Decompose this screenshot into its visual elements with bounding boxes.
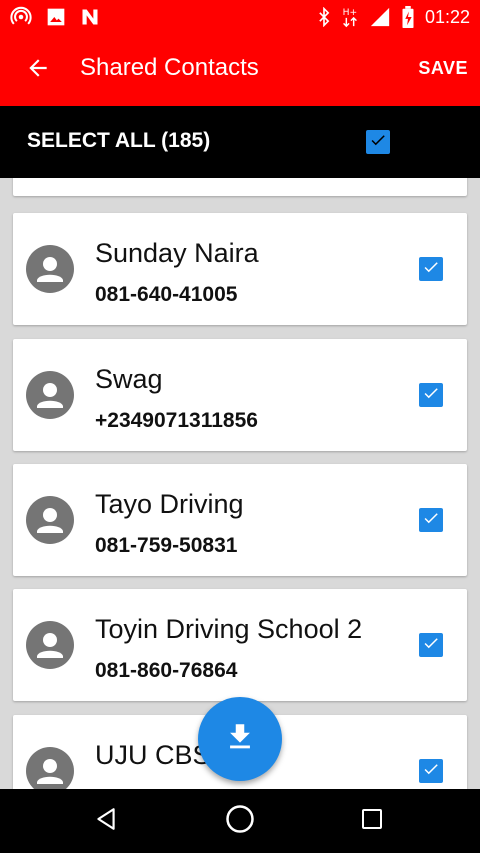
image-icon [46,7,66,27]
page-title: Shared Contacts [80,54,259,81]
contact-phone: +2349071311856 [95,409,258,432]
nav-back-button[interactable] [90,805,122,837]
svg-text:H+: H+ [343,7,358,18]
contact-name: UJU CBS [95,740,211,770]
contact-checkbox[interactable] [419,257,443,281]
status-time: 01:22 [424,6,470,27]
download-icon [223,720,257,758]
contact-phone: 081-860-76864 [95,659,238,682]
recents-square-icon [360,807,384,835]
contact-checkbox[interactable] [419,383,443,407]
check-icon [422,384,440,406]
contact-checkbox[interactable] [419,759,443,783]
back-triangle-icon [93,806,119,836]
back-button[interactable] [20,52,56,88]
hotspot-icon [10,6,32,28]
app-bar: Shared Contacts SAVE [0,34,480,106]
person-avatar-icon [26,371,74,419]
contact-phone: 081-640-41005 [95,283,238,306]
contact-name: Swag [95,364,163,394]
signal-icon [369,6,391,28]
person-avatar-icon [26,621,74,669]
contact-name: Tayo Driving [95,489,244,519]
contact-name: Toyin Driving School 2 [95,614,363,644]
contact-card[interactable]: Sunday Naira 081-640-41005 [13,213,467,325]
check-icon [422,258,440,280]
n-notification-icon [80,7,100,27]
contact-card[interactable]: Tayo Driving 081-759-50831 [13,464,467,576]
person-avatar-icon [26,245,74,293]
check-icon [369,131,387,153]
person-avatar-icon [26,747,74,789]
select-all-bar[interactable]: SELECT ALL (185) [0,106,480,178]
select-all-label: SELECT ALL (185) [27,129,211,152]
home-circle-icon [225,804,255,838]
status-bar: H+ 01:22 [0,0,480,34]
contact-card[interactable]: Swag +2349071311856 [13,339,467,451]
navigation-bar [0,789,480,853]
person-avatar-icon [26,496,74,544]
save-button[interactable]: SAVE [418,58,468,79]
battery-icon [401,6,415,28]
network-hplus-icon: H+ [341,6,359,28]
nav-recents-button[interactable] [356,805,388,837]
contact-checkbox[interactable] [419,508,443,532]
check-icon [422,509,440,531]
check-icon [422,760,440,782]
bluetooth-icon [317,7,331,27]
check-icon [422,634,440,656]
contact-name: Sunday Naira [95,238,259,268]
contact-checkbox[interactable] [419,633,443,657]
select-all-checkbox[interactable] [366,130,390,154]
contact-phone: 081-759-50831 [95,534,238,557]
arrow-back-icon [25,55,51,85]
contact-card[interactable] [13,178,467,196]
contact-card[interactable]: Toyin Driving School 2 081-860-76864 [13,589,467,701]
download-button[interactable] [198,697,282,781]
nav-home-button[interactable] [224,805,256,837]
